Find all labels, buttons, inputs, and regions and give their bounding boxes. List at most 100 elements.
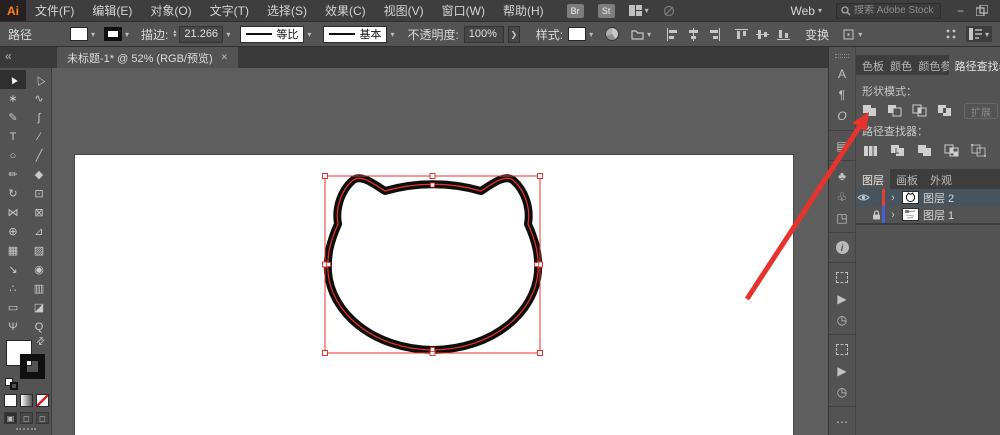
arrange-documents-icon[interactable]: ▾ <box>628 5 649 16</box>
graphic-style-swatch[interactable] <box>568 27 587 41</box>
stroke-weight-stepper[interactable]: ▴ ▾ <box>173 29 176 39</box>
close-tab-icon[interactable]: ✕ <box>221 52 229 63</box>
asset-export-panel-icon[interactable]: ◳ <box>833 210 851 225</box>
merge-button[interactable] <box>916 143 934 158</box>
collapse-toolbar-icon[interactable]: « <box>5 49 12 63</box>
bridge-badge[interactable]: Br <box>566 3 584 18</box>
snap-grid-icon[interactable] <box>946 29 956 39</box>
align-left-icon[interactable] <box>666 27 679 41</box>
visibility-eye-icon[interactable] <box>856 193 870 202</box>
tab-layers[interactable]: 图层 <box>856 169 890 189</box>
exclude-button[interactable] <box>937 104 953 119</box>
mesh-tool[interactable]: ▦ <box>0 241 26 260</box>
menu-file[interactable]: 文件(F) <box>26 2 83 19</box>
menu-view[interactable]: 视图(V) <box>375 2 433 19</box>
layer-row[interactable]: › 图层 2 <box>856 189 1000 206</box>
lock-icon[interactable] <box>870 209 882 220</box>
menu-help[interactable]: 帮助(H) <box>494 2 553 19</box>
libraries-panel-icon[interactable]: ▤ <box>833 138 851 153</box>
artboard[interactable] <box>75 155 793 435</box>
character-panel-icon[interactable]: A <box>833 66 851 81</box>
pen-tool[interactable]: ✎ <box>0 108 26 127</box>
blend-tool[interactable]: ◉ <box>26 260 52 279</box>
chevron-down-icon[interactable]: ▾ <box>91 30 95 39</box>
type-tool[interactable]: T <box>0 127 26 146</box>
play-icon[interactable]: ▶ <box>833 363 851 378</box>
selection-tool[interactable]: ▲ <box>0 70 26 89</box>
workspace-switcher[interactable]: Web ▾ <box>791 4 822 18</box>
eyedropper-tool[interactable]: ↘ <box>0 260 26 279</box>
layer-name[interactable]: 图层 2 <box>923 190 954 206</box>
reference-point-icon[interactable]: ▾ <box>842 28 862 41</box>
lasso-tool[interactable]: ∿ <box>26 89 52 108</box>
opentype-panel-icon[interactable]: O <box>833 108 851 123</box>
align-right-icon[interactable] <box>708 27 721 41</box>
brushes-panel-icon[interactable]: ♧ <box>833 189 851 204</box>
tab-pathfinder[interactable]: 路径查找器 <box>948 55 1000 75</box>
recolor-artwork-icon[interactable] <box>605 27 620 41</box>
brush-definition-dropdown[interactable]: 基本 <box>323 25 388 43</box>
free-transform-tool[interactable]: ⊠ <box>26 203 52 222</box>
minimize-icon[interactable]: − <box>957 4 964 18</box>
fill-color-swatch[interactable] <box>70 27 89 41</box>
screen-mode-button[interactable] <box>16 428 36 433</box>
menu-select[interactable]: 选择(S) <box>258 2 316 19</box>
rotate-tool[interactable]: ↻ <box>0 184 26 203</box>
opacity-more-button[interactable]: ❯ <box>507 25 520 43</box>
menu-edit[interactable]: 编辑(E) <box>83 2 141 19</box>
align-bottom-icon[interactable] <box>777 28 791 41</box>
document-setup-icon[interactable]: ▾ <box>631 28 651 40</box>
chevron-down-icon[interactable]: ▾ <box>226 30 230 39</box>
layer-thumbnail[interactable] <box>902 208 919 221</box>
control-panel-menu-icon[interactable]: ▾ <box>965 26 992 42</box>
menu-window[interactable]: 窗口(W) <box>433 2 494 19</box>
minus-front-button[interactable] <box>887 104 903 119</box>
column-graph-tool[interactable]: ▥ <box>26 279 52 298</box>
stock-search[interactable] <box>835 2 941 19</box>
stroke-weight-value[interactable]: 21.266 <box>179 25 224 43</box>
document-tab[interactable]: 未标题-1* @ 52% (RGB/预览) ✕ <box>57 47 239 68</box>
canvas[interactable] <box>52 68 828 435</box>
shaper-tool[interactable]: ◆ <box>26 165 52 184</box>
curvature-tool[interactable]: ∫ <box>26 108 52 127</box>
hand-tool[interactable]: Ψ <box>0 317 26 336</box>
menu-effect[interactable]: 效果(C) <box>316 2 375 19</box>
stroke-profile-dropdown[interactable]: 等比 <box>240 25 305 43</box>
tab-color-guide[interactable]: 颜色参 <box>912 55 948 75</box>
ellipse-tool[interactable]: ○ <box>0 146 26 165</box>
align-center-icon[interactable] <box>687 27 700 41</box>
menu-object[interactable]: 对象(O) <box>141 2 200 19</box>
actions-panel-icon[interactable] <box>833 270 851 285</box>
color-button[interactable] <box>4 394 17 407</box>
play-icon[interactable]: ▶ <box>833 291 851 306</box>
direct-selection-tool[interactable]: △ <box>26 70 52 89</box>
more-panels-icon[interactable]: ⋯ <box>833 414 851 429</box>
chevron-down-icon[interactable]: ▾ <box>390 30 394 39</box>
share-icon[interactable] <box>663 5 676 17</box>
gradient-button[interactable] <box>20 394 33 407</box>
stroke-weight-label[interactable]: 描边: <box>141 26 168 43</box>
opacity-label[interactable]: 不透明度: <box>407 26 458 43</box>
zoom-tool[interactable]: Q <box>26 317 52 336</box>
align-top-icon[interactable] <box>735 28 749 41</box>
none-button[interactable] <box>36 394 49 407</box>
tab-appearance[interactable]: 外观 <box>924 169 958 189</box>
stroke-color-swatch[interactable] <box>104 27 123 41</box>
trim-button[interactable] <box>889 143 907 158</box>
slice-tool[interactable]: ◪ <box>26 298 52 317</box>
panel-group-grip[interactable] <box>835 54 849 58</box>
crop-button[interactable] <box>943 143 961 158</box>
search-input[interactable] <box>853 5 936 16</box>
tab-swatches[interactable]: 色板 <box>856 55 884 75</box>
pencil-tool[interactable]: ✏ <box>0 165 26 184</box>
chevron-down-icon[interactable]: ▾ <box>589 30 593 39</box>
draw-normal-mode[interactable]: ▣ <box>4 412 17 424</box>
gradient-tool[interactable]: ▨ <box>26 241 52 260</box>
unite-button[interactable] <box>862 104 878 119</box>
divide-button[interactable] <box>862 143 880 158</box>
expand-chevron-icon[interactable]: › <box>888 209 898 221</box>
expand-chevron-icon[interactable]: › <box>888 192 898 204</box>
stroke-proxy[interactable] <box>20 354 45 379</box>
symbols-panel-icon[interactable]: ♣ <box>833 168 851 183</box>
shape-builder-tool[interactable]: ⊕ <box>0 222 26 241</box>
